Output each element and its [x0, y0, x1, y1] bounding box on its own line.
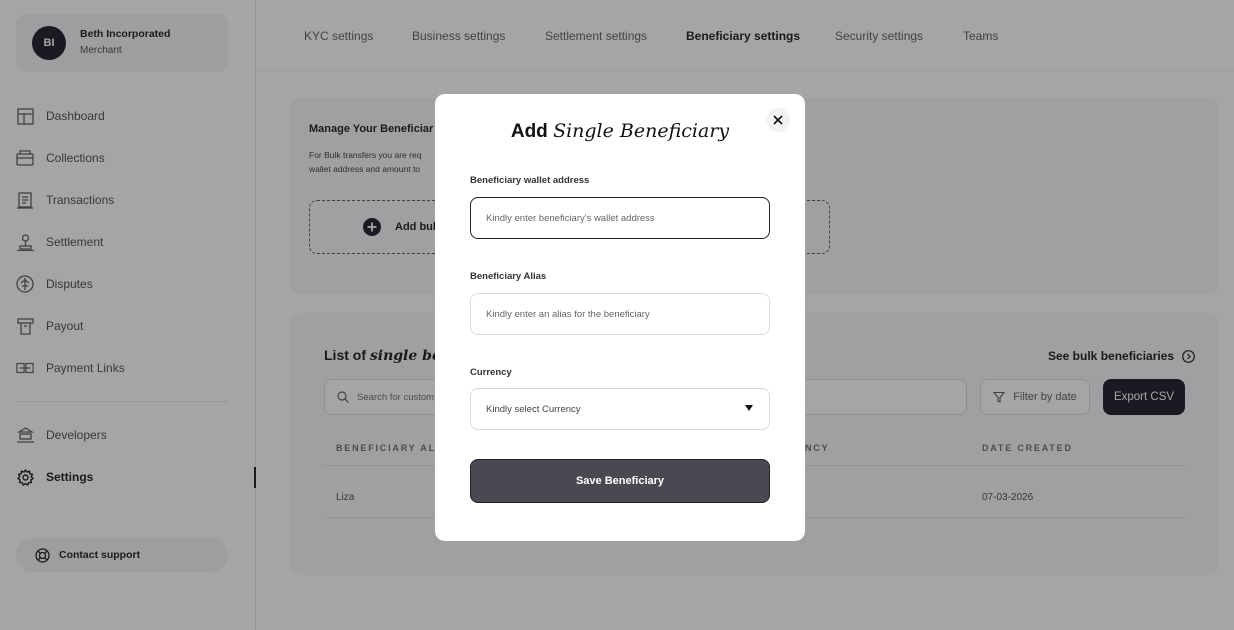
alias-input[interactable] — [470, 293, 770, 335]
modal-title: Add Single Beneficiary — [435, 120, 805, 143]
caret-down-icon — [745, 405, 753, 411]
save-beneficiary-button[interactable]: Save Beneficiary — [470, 459, 770, 503]
wallet-address-label: Beneficiary wallet address — [470, 175, 590, 186]
currency-select[interactable]: Kindly select Currency — [470, 388, 770, 430]
alias-label: Beneficiary Alias — [470, 271, 547, 282]
currency-select-value: Kindly select Currency — [486, 403, 581, 415]
close-icon — [773, 115, 783, 125]
modal-title-italic: Single Beneficiary — [553, 120, 730, 142]
close-button[interactable] — [766, 108, 790, 132]
wallet-address-input[interactable] — [470, 197, 770, 239]
currency-label: Currency — [470, 367, 512, 378]
add-single-beneficiary-modal: Add Single Beneficiary Beneficiary walle… — [435, 94, 805, 541]
modal-title-prefix: Add — [510, 121, 548, 142]
